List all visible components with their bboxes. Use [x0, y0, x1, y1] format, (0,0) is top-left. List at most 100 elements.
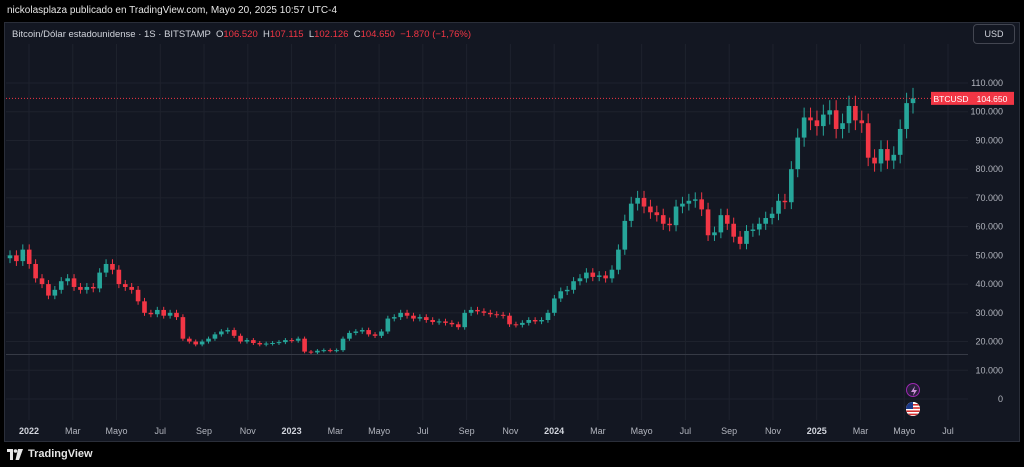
- candle-body: [110, 263, 115, 270]
- tradingview-logo[interactable]: TradingView: [7, 448, 93, 460]
- candle-body: [199, 341, 205, 345]
- x-tick-label: Jul: [155, 426, 167, 436]
- candle-body: [603, 275, 608, 279]
- chart-grid: [6, 44, 968, 420]
- candle-body: [744, 230, 749, 244]
- candle-body: [129, 286, 134, 290]
- candle-body: [648, 206, 653, 213]
- candle-body: [449, 322, 455, 325]
- candle-body: [795, 137, 801, 170]
- candle-body: [808, 117, 813, 121]
- candle-body: [885, 149, 890, 161]
- candle-body: [385, 318, 391, 332]
- y-tick-label: 10.000: [975, 365, 1003, 375]
- candle-body: [705, 209, 711, 236]
- x-tick-label: Mayo: [631, 426, 653, 436]
- candle-body: [251, 340, 256, 343]
- candle-body: [398, 312, 403, 318]
- candle-body: [859, 120, 865, 124]
- candle-body: [641, 197, 647, 207]
- x-tick-label: Mar: [328, 426, 344, 436]
- candle-body: [628, 203, 634, 221]
- candle-body: [558, 291, 564, 299]
- candle-body: [334, 350, 339, 352]
- candle-body: [276, 342, 282, 344]
- x-tick-label: Nov: [765, 426, 782, 436]
- candle-body: [737, 236, 743, 244]
- x-tick-label: Jul: [417, 426, 429, 436]
- x-tick-label: Mar: [65, 426, 81, 436]
- candle-body: [872, 157, 877, 164]
- candle-body: [206, 338, 211, 342]
- candle-body: [564, 289, 570, 292]
- y-tick-label: 30.000: [975, 308, 1003, 318]
- candle-body: [507, 315, 512, 325]
- y-tick-label: 20.000: [975, 337, 1003, 347]
- x-tick-label: Mayo: [106, 426, 128, 436]
- candle-body: [455, 324, 461, 328]
- currency-button[interactable]: USD: [973, 24, 1015, 44]
- candle-body: [622, 220, 628, 250]
- candle-body: [782, 200, 788, 203]
- change-value: −1.870 (−1,76%): [400, 29, 472, 40]
- candle-body: [699, 199, 704, 210]
- symbol-title: Bitcoin/Dólar estadounidense · 1S · BITS…: [12, 29, 211, 40]
- candle-body: [468, 309, 474, 313]
- candle-body: [174, 312, 179, 318]
- y-tick-label: 90.000: [975, 135, 1003, 145]
- candle-body: [756, 223, 762, 230]
- us-flag-icon[interactable]: [906, 402, 920, 416]
- candle-body: [219, 331, 224, 335]
- candle-body: [513, 324, 519, 326]
- y-tick-label: 100.000: [970, 107, 1003, 117]
- last-price-tag: BTCUSD 104.650: [931, 91, 1014, 105]
- candle-body: [321, 350, 327, 352]
- high-value: 107.115: [269, 29, 304, 40]
- y-tick-label: 50.000: [975, 250, 1003, 260]
- candle-body: [283, 340, 288, 343]
- candle-body: [654, 212, 660, 216]
- candle-body: [97, 272, 102, 289]
- symbol-legend[interactable]: Bitcoin/Dólar estadounidense · 1S · BITS…: [12, 29, 471, 40]
- price-chart[interactable]: 110.000 100.000 90.000 80.000 70.000 60.000 50…: [0, 0, 1024, 467]
- candle-body: [372, 334, 378, 336]
- candle-body: [212, 334, 218, 339]
- candle-body: [846, 105, 852, 124]
- y-tick-label: 40.000: [975, 279, 1003, 289]
- candle-body: [526, 320, 532, 323]
- candle-body: [481, 311, 487, 313]
- candle-body: [411, 315, 416, 319]
- candle-body: [154, 309, 160, 315]
- x-tick-label: Mar: [853, 426, 869, 436]
- footer-bar: TradingView: [0, 443, 1024, 467]
- candle-body: [475, 309, 480, 312]
- candle-body: [436, 321, 442, 323]
- candle-body: [763, 218, 769, 224]
- candle-body: [359, 330, 365, 332]
- price-axis: 110.000 100.000 90.000 80.000 70.000 60.000 50…: [970, 78, 1003, 404]
- candle-body: [897, 128, 903, 155]
- candle-body: [180, 317, 186, 339]
- candle-body: [731, 223, 736, 237]
- candle-body: [545, 312, 551, 320]
- candle-body: [161, 309, 167, 316]
- candle-body: [404, 312, 410, 316]
- candle-body: [340, 338, 346, 351]
- candle-body: [673, 206, 679, 226]
- candle-body: [552, 298, 557, 313]
- lightning-icon[interactable]: [906, 383, 920, 397]
- candle-body: [712, 232, 717, 236]
- candle-body: [71, 278, 77, 287]
- candle-body: [571, 281, 576, 290]
- tradingview-brand: TradingView: [28, 448, 93, 460]
- tradingview-icon: [7, 448, 23, 460]
- candle-body: [692, 199, 698, 201]
- candle-body: [596, 275, 602, 277]
- x-tick-label: 2023: [282, 426, 302, 436]
- candle-body: [520, 322, 525, 325]
- candle-body: [718, 215, 724, 233]
- candle-body: [327, 350, 333, 352]
- x-tick-label: 2022: [19, 426, 39, 436]
- y-tick-label: 0: [998, 394, 1003, 404]
- candle-body: [821, 114, 826, 127]
